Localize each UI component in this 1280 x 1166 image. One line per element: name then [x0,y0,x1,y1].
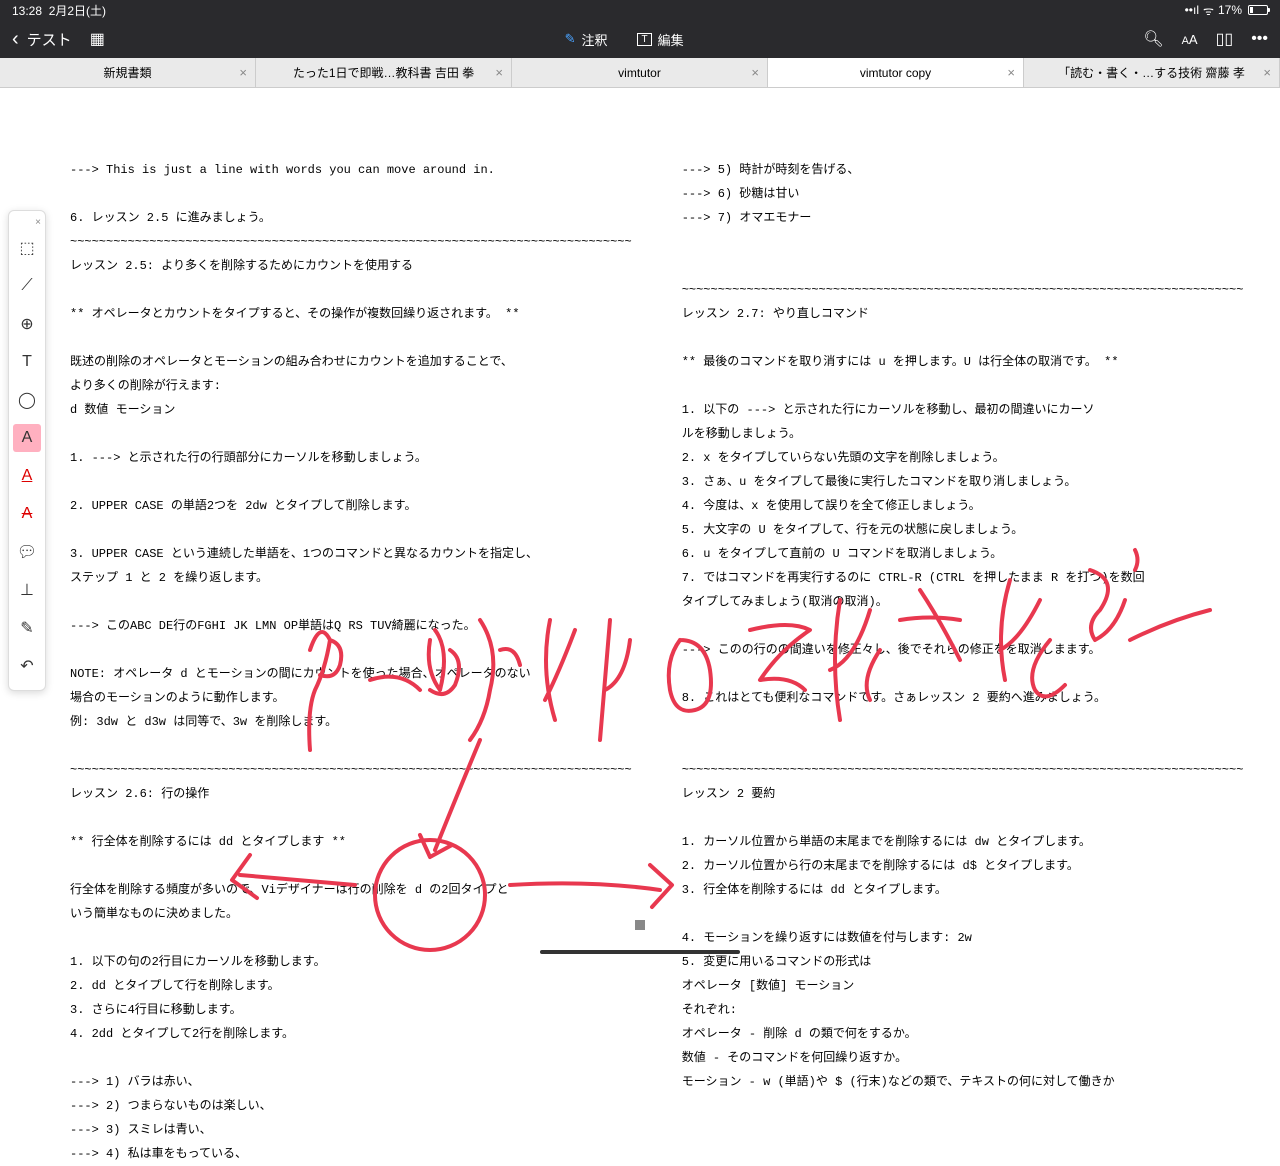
font-size-icon[interactable]: AA [1182,32,1198,47]
close-icon[interactable]: × [1263,65,1271,80]
link-icon[interactable]: ⟋ [13,272,41,300]
shape-icon[interactable]: ◯ [13,386,41,414]
status-bar: 13:28 2月2日(土) ••ıl ᯤ 17% [0,0,1280,20]
text-icon[interactable]: T [13,348,41,376]
page-indicator[interactable] [635,920,645,930]
back-label[interactable]: テスト [27,29,72,50]
annotate-button[interactable]: ✎ 注釈 [565,30,608,49]
pencil-icon: ✎ [565,31,576,47]
tab-4[interactable]: 「読む・書く・…する技術 齋藤 孝× [1024,58,1280,87]
underline-icon[interactable]: A [13,462,41,490]
battery-percent: 17% [1218,3,1242,17]
more-icon[interactable]: ••• [1251,30,1268,48]
strikethrough-icon[interactable]: A [13,500,41,528]
back-icon[interactable]: ‹ [12,28,19,51]
close-icon[interactable]: × [35,217,41,228]
note-icon[interactable]: 💬︎ [13,538,41,566]
home-bar[interactable] [540,950,740,954]
tab-3[interactable]: vimtutor copy× [768,58,1024,87]
tab-2[interactable]: vimtutor× [512,58,768,87]
close-icon[interactable]: × [495,65,503,80]
status-date: 2月2日(土) [49,4,106,18]
text-cursor-icon: T [637,33,651,46]
signal-icon: ••ıl [1185,3,1199,17]
top-bar: ‹ テスト ▦ ✎ 注釈 T 編集 🔍︎ AA ▯▯ ••• [0,20,1280,58]
tab-bar: 新規書類× たった1日で即戦…教科書 吉田 拳× vimtutor× vimtu… [0,58,1280,88]
content: ---> This is just a line with words you … [0,88,1280,960]
wifi-icon: ᯤ [1203,2,1214,19]
draw-icon[interactable]: ✎ [13,614,41,642]
undo-icon[interactable]: ↶ [13,652,41,680]
close-icon[interactable]: × [1007,65,1015,80]
stamp-icon[interactable]: ⊥ [13,576,41,604]
book-icon[interactable]: ▯▯ [1216,29,1234,49]
select-icon[interactable]: ⬚ [13,234,41,262]
status-time: 13:28 [12,4,42,18]
search-icon[interactable]: 🔍︎ [1143,29,1163,49]
left-page[interactable]: ---> This is just a line with words you … [0,88,652,960]
edit-button[interactable]: T 編集 [637,30,683,49]
right-page[interactable]: ---> 5) 時計が時刻を告げる、 ---> 6) 砂糖は甘い ---> 7)… [652,88,1280,960]
tab-0[interactable]: 新規書類× [0,58,256,87]
close-icon[interactable]: × [751,65,759,80]
tool-sidebar: × ⬚ ⟋ ⊕ T ◯ A A A 💬︎ ⊥ ✎ ↶ [8,210,46,691]
close-icon[interactable]: × [239,65,247,80]
eye-icon[interactable]: ⊕ [13,310,41,338]
tab-1[interactable]: たった1日で即戦…教科書 吉田 拳× [256,58,512,87]
battery-icon [1248,5,1268,15]
highlight-icon[interactable]: A [13,424,41,452]
grid-icon[interactable]: ▦ [90,29,105,49]
